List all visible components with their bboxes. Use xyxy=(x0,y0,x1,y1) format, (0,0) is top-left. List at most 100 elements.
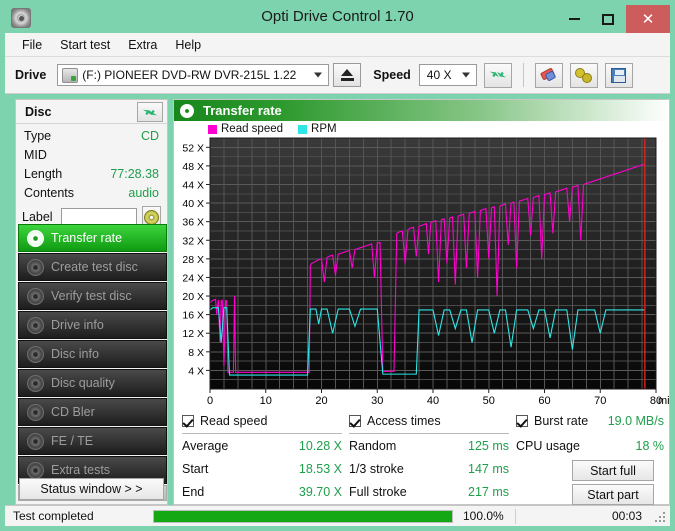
cd-disc-icon xyxy=(143,209,159,225)
disc-icon xyxy=(27,345,44,363)
svg-text:16 X: 16 X xyxy=(182,310,204,322)
eject-button[interactable] xyxy=(333,63,362,87)
stat-key-average: Average xyxy=(182,438,229,453)
disc-icon xyxy=(27,229,44,247)
svg-text:8 X: 8 X xyxy=(188,347,204,359)
sidebar-item-fe-te[interactable]: FE / TE xyxy=(18,427,167,455)
menu-item-file[interactable]: File xyxy=(13,36,51,54)
status-window-button[interactable]: Status window > > xyxy=(19,478,164,500)
speed-select[interactable]: 40 X xyxy=(418,64,477,86)
chart-panel-title: Transfer rate xyxy=(203,103,282,118)
access-times-checkbox[interactable] xyxy=(349,415,361,427)
sidebar-item-disc-quality[interactable]: Disc quality xyxy=(18,369,167,397)
svg-text:min: min xyxy=(658,395,669,407)
disc-info-rows: Type CD MID Length 77:28.38 Contents aud… xyxy=(16,126,167,230)
read-speed-checkbox[interactable] xyxy=(182,415,194,427)
stat-row-third-stroke: 1/3 stroke 147 ms xyxy=(349,457,509,480)
start-part-button[interactable]: Start part xyxy=(572,484,654,505)
stat-value-cpu-usage: 18 % xyxy=(635,438,665,453)
chart-panel-header: Transfer rate xyxy=(174,100,669,121)
settings-button[interactable] xyxy=(569,62,598,88)
resize-grip[interactable] xyxy=(655,512,666,523)
read-speed-checkbox-row[interactable]: Read speed xyxy=(182,412,342,430)
menu-item-extra[interactable]: Extra xyxy=(119,36,166,54)
svg-text:44 X: 44 X xyxy=(182,179,204,191)
drive-select-value: (F:) PIONEER DVD-RW DVR-215L 1.22 xyxy=(82,68,297,82)
sidebar-item-transfer-rate[interactable]: Transfer rate xyxy=(18,224,167,252)
sidebar-item-disc-info[interactable]: Disc info xyxy=(18,340,167,368)
refresh-arrows-icon xyxy=(490,67,506,83)
legend-swatch-read-speed xyxy=(208,124,217,134)
chart-panel: Transfer rate Read speed RPM 4 X 8 X 12 X 1… xyxy=(173,99,670,505)
stat-row-start: Start 18.53 X xyxy=(182,457,342,480)
svg-text:28 X: 28 X xyxy=(182,254,204,266)
maximize-icon xyxy=(602,13,614,25)
disc-label-key: Label xyxy=(22,210,53,224)
sidebar-item-label: Create test disc xyxy=(51,260,138,274)
app-window: Opti Drive Control 1.70 ✕ File Start tes… xyxy=(0,0,675,531)
disc-icon xyxy=(180,103,194,118)
burst-rate-value: 19.0 MB/s xyxy=(607,414,664,428)
burst-rate-checkbox-row[interactable]: Burst rate 19.0 MB/s xyxy=(516,412,664,430)
disc-refresh-button[interactable] xyxy=(137,102,163,122)
disc-key-type: Type xyxy=(24,128,52,143)
progress-bar-fill xyxy=(154,510,452,522)
svg-text:24 X: 24 X xyxy=(182,272,204,284)
disc-value-contents: audio xyxy=(128,185,159,200)
svg-text:12 X: 12 X xyxy=(182,328,204,340)
disc-key-contents: Contents xyxy=(24,185,75,200)
svg-text:40 X: 40 X xyxy=(182,198,204,210)
stat-value-end: 39.70 X xyxy=(298,484,342,499)
disc-panel-header: Disc xyxy=(16,100,167,124)
menu-item-help[interactable]: Help xyxy=(166,36,210,54)
minimize-button[interactable] xyxy=(556,5,592,33)
menu-item-start-test[interactable]: Start test xyxy=(51,36,119,54)
status-message: Test completed xyxy=(13,509,94,523)
read-speed-label: Read speed xyxy=(200,414,268,428)
sidebar-item-label: FE / TE xyxy=(51,434,94,448)
stats-burst-rate-column: Burst rate 19.0 MB/s CPU usage 18 % Star… xyxy=(516,412,664,505)
svg-text:50: 50 xyxy=(483,395,495,407)
speed-label: Speed xyxy=(373,68,411,82)
svg-text:70: 70 xyxy=(594,395,606,407)
refresh-button[interactable] xyxy=(483,62,512,88)
disc-icon xyxy=(27,432,44,450)
sidebar-item-cd-bler[interactable]: CD Bler xyxy=(18,398,167,426)
sidebar-item-create-test-disc[interactable]: Create test disc xyxy=(18,253,167,281)
stat-key-end: End xyxy=(182,484,205,499)
disc-icon xyxy=(27,316,44,334)
stat-value-start: 18.53 X xyxy=(298,461,342,476)
divider xyxy=(515,508,516,524)
svg-text:4 X: 4 X xyxy=(188,365,204,377)
stat-key-start: Start xyxy=(182,461,209,476)
svg-text:10: 10 xyxy=(260,395,272,407)
close-icon: ✕ xyxy=(641,11,655,28)
stat-row-end: End 39.70 X xyxy=(182,480,342,503)
legend-label-read-speed: Read speed xyxy=(221,123,284,135)
sidebar-item-label: Drive info xyxy=(51,318,104,332)
svg-text:30: 30 xyxy=(371,395,383,407)
minimize-icon xyxy=(568,18,580,20)
stat-value-third-stroke: 147 ms xyxy=(468,461,509,476)
erase-button[interactable] xyxy=(534,62,563,88)
sidebar-item-verify-test-disc[interactable]: Verify test disc xyxy=(18,282,167,310)
chevron-down-icon xyxy=(461,72,470,78)
burst-rate-label: Burst rate xyxy=(534,414,589,428)
sidebar-nav: Transfer rate Create test disc Verify te… xyxy=(18,224,167,501)
sidebar-item-drive-info[interactable]: Drive info xyxy=(18,311,167,339)
start-full-button[interactable]: Start full xyxy=(572,460,654,481)
save-button[interactable] xyxy=(604,62,633,88)
access-times-checkbox-row[interactable]: Access times xyxy=(349,412,509,430)
stat-key-third-stroke: 1/3 stroke xyxy=(349,461,404,476)
burst-rate-checkbox[interactable] xyxy=(516,415,528,427)
stat-row-average: Average 10.28 X xyxy=(182,434,342,457)
drive-select[interactable]: (F:) PIONEER DVD-RW DVR-215L 1.22 xyxy=(57,64,330,86)
maximize-button[interactable] xyxy=(590,5,626,33)
status-bar: Test completed 100.0% 00:03 xyxy=(5,505,670,526)
close-button[interactable]: ✕ xyxy=(626,5,670,33)
sidebar-item-label: Disc info xyxy=(51,347,99,361)
stat-row-random: Random 125 ms xyxy=(349,434,509,457)
svg-text:36 X: 36 X xyxy=(182,217,204,229)
stat-key-full-stroke: Full stroke xyxy=(349,484,407,499)
gears-icon xyxy=(575,67,593,83)
